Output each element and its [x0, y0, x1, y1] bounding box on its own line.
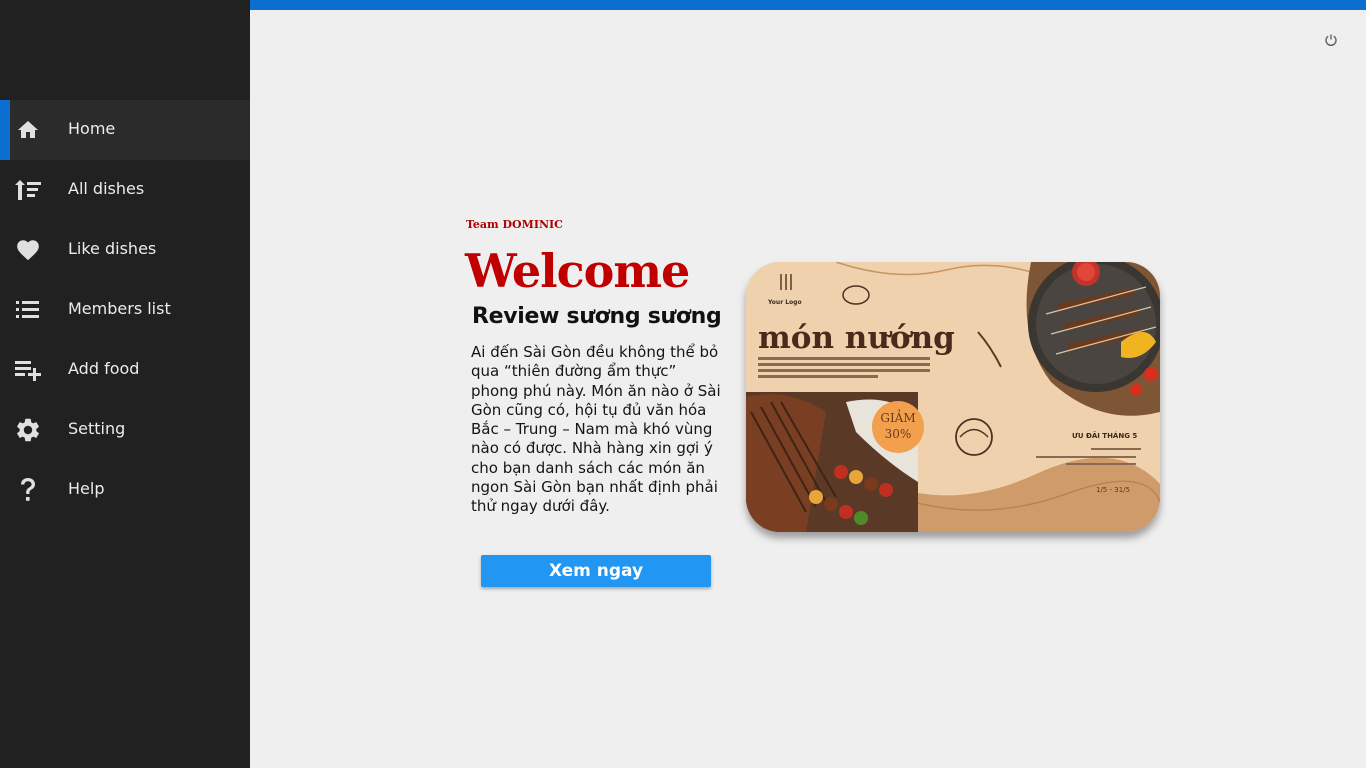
power-icon[interactable] — [1323, 32, 1339, 48]
banner-promo: ƯU ĐÃI THÁNG 5 — [1072, 431, 1137, 440]
heart-icon — [14, 237, 42, 263]
banner-discount-value: 30% — [885, 427, 912, 441]
list-icon — [14, 297, 42, 323]
page-title: Welcome — [465, 244, 690, 298]
sidebar-item-label: All dishes — [68, 179, 145, 198]
gear-icon — [14, 417, 42, 443]
banner-logo: Your Logo — [767, 299, 802, 306]
sidebar-item-label: Home — [68, 119, 116, 138]
sidebar-item-label: Help — [68, 479, 105, 498]
intro-text: Ai đến Sài Gòn đều không thể bỏ qua “thi… — [471, 343, 721, 516]
sidebar-item-setting[interactable]: Setting — [0, 400, 250, 460]
sidebar-item-label: Members list — [68, 299, 171, 318]
sidebar-item-help[interactable]: Help — [0, 460, 250, 520]
banner-heading: món nướng — [758, 320, 955, 356]
promo-banner-image: GIẢM 30% Your Logo món nướng ƯU ĐÃI THÁN… — [746, 262, 1160, 532]
team-name: Team DOMINIC — [466, 218, 563, 231]
banner-discount-label: GIẢM — [880, 408, 915, 425]
sidebar: Home All dishes Like dishes Members list… — [0, 0, 250, 768]
active-indicator — [0, 100, 10, 160]
sidebar-item-like-dishes[interactable]: Like dishes — [0, 220, 250, 280]
sidebar-item-add-food[interactable]: Add food — [0, 340, 250, 400]
help-icon — [14, 477, 42, 503]
home-icon — [14, 117, 42, 143]
sidebar-item-home[interactable]: Home — [0, 100, 250, 160]
view-now-button[interactable]: Xem ngay — [481, 555, 711, 587]
top-accent-bar — [250, 0, 1366, 10]
playlist-add-icon — [14, 357, 42, 383]
banner-dates: 1/5 - 31/5 — [1096, 486, 1130, 494]
sort-icon — [14, 177, 42, 203]
sidebar-item-label: Like dishes — [68, 239, 157, 258]
sidebar-item-all-dishes[interactable]: All dishes — [0, 160, 250, 220]
page-subtitle: Review sương sương — [472, 304, 722, 329]
sidebar-item-label: Add food — [68, 359, 140, 378]
sidebar-item-label: Setting — [68, 419, 126, 438]
sidebar-item-members-list[interactable]: Members list — [0, 280, 250, 340]
